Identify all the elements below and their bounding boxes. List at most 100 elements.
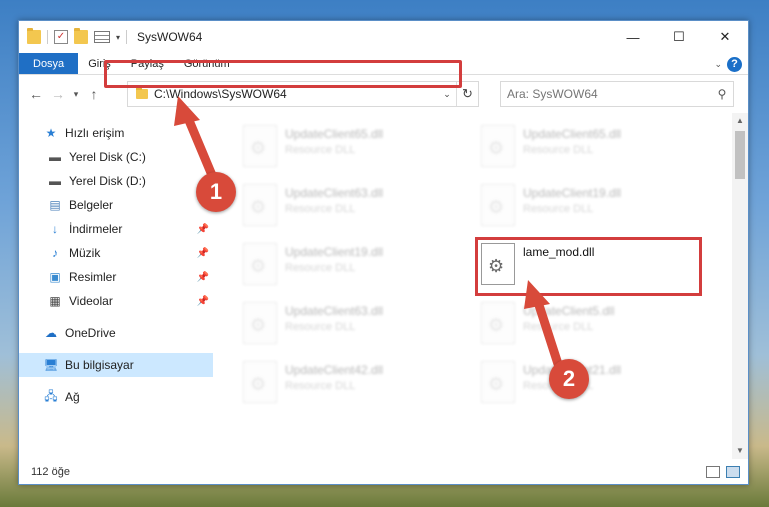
status-bar: 112 öğe bbox=[19, 460, 748, 484]
scroll-thumb[interactable] bbox=[735, 131, 745, 179]
nav-item-label: Belgeler bbox=[69, 198, 114, 212]
folder-icon bbox=[136, 87, 148, 99]
minimize-button[interactable]: — bbox=[610, 21, 656, 53]
file-name: UpdateClient19.dll bbox=[285, 245, 384, 259]
nav-item-drive-c[interactable]: ▬ Yerel Disk (C:) bbox=[19, 145, 213, 169]
nav-item-quick-access[interactable]: ★ Hızlı erişim bbox=[19, 121, 213, 145]
file-item[interactable]: UpdateClient19.dll Resource DLL bbox=[477, 178, 677, 232]
dll-file-icon bbox=[243, 184, 277, 226]
details-view-icon[interactable] bbox=[706, 466, 720, 478]
tab-gorunum[interactable]: Görünüm bbox=[174, 53, 240, 74]
address-bar[interactable]: C:\Windows\SysWOW64 ⌄ ↻ bbox=[127, 81, 479, 107]
properties-check-icon[interactable]: ✓ bbox=[54, 30, 68, 44]
file-type: Resource DLL bbox=[523, 144, 594, 156]
view-toggle bbox=[706, 466, 740, 478]
drive-icon: ▬ bbox=[49, 174, 61, 188]
quick-access-toolbar: ✓ ▾ bbox=[19, 28, 128, 44]
pin-icon[interactable]: 📌 bbox=[197, 224, 209, 235]
navigation-bar: ← → ▾ ↑ C:\Windows\SysWOW64 ⌄ ↻ ⚲ bbox=[19, 75, 748, 113]
file-item[interactable]: UpdateClient63.dll Resource DLL bbox=[239, 296, 439, 350]
nav-item-documents[interactable]: ▤ Belgeler bbox=[19, 193, 213, 217]
pin-icon[interactable]: 📌 bbox=[197, 272, 209, 283]
videos-icon: ▦ bbox=[49, 294, 61, 308]
file-type: Resource DLL bbox=[285, 144, 356, 156]
up-arrow-icon[interactable]: ↑ bbox=[83, 86, 105, 102]
file-item[interactable]: UpdateClient5.dll Resource DLL bbox=[477, 296, 677, 350]
nav-item-label: Yerel Disk (C:) bbox=[69, 150, 146, 164]
folder-icon[interactable] bbox=[27, 28, 41, 44]
nav-item-videos[interactable]: ▦ Videolar 📌 bbox=[19, 289, 213, 313]
star-icon: ★ bbox=[45, 126, 57, 140]
address-path[interactable]: C:\Windows\SysWOW64 bbox=[154, 87, 438, 101]
close-button[interactable]: ✕ bbox=[702, 21, 748, 53]
file-list: UpdateClient65.dll Resource DLL UpdateCli… bbox=[213, 113, 748, 459]
nav-item-label: Bu bilgisayar bbox=[65, 358, 134, 372]
file-type: Resource DLL bbox=[285, 321, 356, 333]
recent-locations-chevron-icon[interactable]: ▾ bbox=[69, 89, 83, 100]
large-icons-view-icon[interactable] bbox=[726, 466, 740, 478]
explorer-window: ✓ ▾ SysWOW64 — ☐ ✕ Dosya Giriş Paylaş Gö… bbox=[18, 20, 749, 485]
title-bar: ✓ ▾ SysWOW64 — ☐ ✕ bbox=[19, 21, 748, 53]
nav-item-label: Ağ bbox=[65, 390, 80, 404]
search-icon[interactable]: ⚲ bbox=[711, 87, 733, 101]
properties-icon[interactable] bbox=[94, 31, 110, 43]
nav-item-pictures[interactable]: ▣ Resimler 📌 bbox=[19, 265, 213, 289]
file-item[interactable]: UpdateClient65.dll Resource DLL bbox=[477, 119, 677, 173]
dll-file-icon bbox=[243, 361, 277, 403]
nav-item-downloads[interactable]: ↓ İndirmeler 📌 bbox=[19, 217, 213, 241]
search-input[interactable] bbox=[501, 87, 711, 101]
nav-item-drive-d[interactable]: ▬ Yerel Disk (D:) bbox=[19, 169, 213, 193]
nav-item-music[interactable]: ♪ Müzik 📌 bbox=[19, 241, 213, 265]
window-controls: — ☐ ✕ bbox=[610, 21, 748, 53]
nav-item-this-pc[interactable]: 🖥 Bu bilgisayar bbox=[19, 353, 213, 377]
file-type: Resource DLL bbox=[523, 321, 594, 333]
tab-dosya[interactable]: Dosya bbox=[19, 53, 79, 74]
window-title: SysWOW64 bbox=[137, 30, 203, 44]
dll-file-icon bbox=[481, 184, 515, 226]
help-button[interactable]: ? bbox=[727, 57, 742, 72]
vertical-scrollbar[interactable]: ▲ ▼ bbox=[732, 113, 748, 459]
nav-item-network[interactable]: 🖧 Ağ bbox=[19, 385, 213, 409]
downloads-icon: ↓ bbox=[52, 222, 58, 236]
file-name: UpdateClient63.dll bbox=[285, 186, 384, 200]
dll-file-icon bbox=[243, 302, 277, 344]
file-name: lame_mod.dll bbox=[523, 245, 595, 259]
maximize-button[interactable]: ☐ bbox=[656, 21, 702, 53]
forward-arrow-icon[interactable]: → bbox=[47, 86, 69, 102]
pin-icon[interactable]: 📌 bbox=[197, 248, 209, 259]
nav-item-label: Yerel Disk (D:) bbox=[69, 174, 146, 188]
file-item[interactable]: UpdateClient19.dll Resource DLL bbox=[239, 237, 439, 291]
search-box[interactable]: ⚲ bbox=[500, 81, 734, 107]
file-item[interactable]: UpdateClient63.dll Resource DLL bbox=[239, 178, 439, 232]
file-item-lame-mod[interactable]: lame_mod.dll bbox=[477, 237, 677, 291]
dll-file-icon bbox=[481, 302, 515, 344]
nav-item-label: OneDrive bbox=[65, 326, 116, 340]
divider bbox=[126, 30, 128, 44]
file-item[interactable]: UpdateClient42.dll Resource DLL bbox=[239, 355, 439, 409]
customize-dropdown-icon[interactable]: ▾ bbox=[116, 33, 120, 42]
refresh-icon[interactable]: ↻ bbox=[456, 82, 478, 106]
nav-item-onedrive[interactable]: ☁ OneDrive bbox=[19, 321, 213, 345]
tab-paylas[interactable]: Paylaş bbox=[121, 53, 174, 74]
tab-giris[interactable]: Giriş bbox=[78, 53, 121, 74]
scroll-down-icon[interactable]: ▼ bbox=[732, 443, 748, 459]
new-folder-icon[interactable] bbox=[74, 28, 88, 44]
network-icon: 🖧 bbox=[44, 388, 58, 403]
pin-icon[interactable]: 📌 bbox=[197, 296, 209, 307]
drive-icon: ▬ bbox=[49, 150, 61, 164]
address-dropdown-icon[interactable]: ⌄ bbox=[438, 89, 456, 100]
nav-item-label: Videolar bbox=[69, 294, 113, 308]
ribbon-expand-icon[interactable]: ⌄ bbox=[714, 59, 722, 70]
back-arrow-icon[interactable]: ← bbox=[25, 86, 47, 102]
file-name: UpdateClient42.dll bbox=[285, 363, 384, 377]
file-name: UpdateClient63.dll bbox=[285, 304, 384, 318]
nav-item-label: Resimler bbox=[69, 270, 117, 284]
item-count: 112 öğe bbox=[31, 466, 70, 478]
file-name: UpdateClient65.dll bbox=[285, 127, 384, 141]
scroll-up-icon[interactable]: ▲ bbox=[732, 113, 748, 129]
file-item[interactable]: UpdateClient65.dll Resource DLL bbox=[239, 119, 439, 173]
pictures-icon: ▣ bbox=[49, 270, 61, 284]
